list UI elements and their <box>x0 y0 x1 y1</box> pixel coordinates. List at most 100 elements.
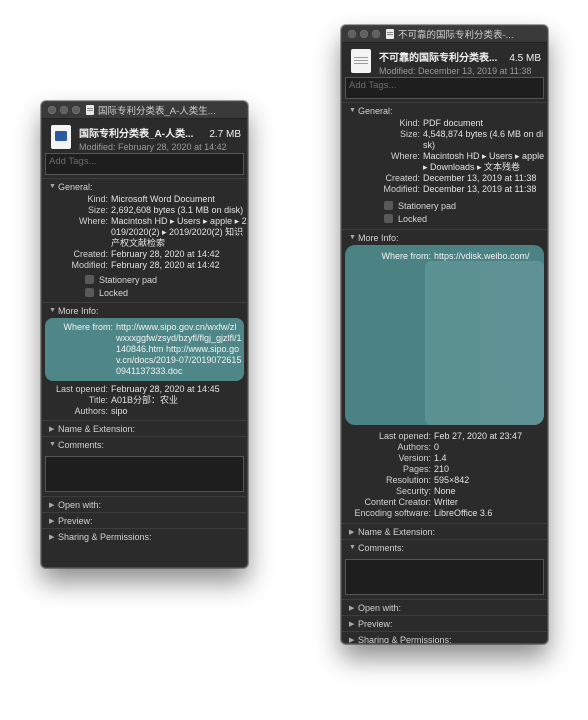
preview-toggle[interactable]: ▶ Preview: <box>42 513 247 528</box>
more-value: None <box>434 486 456 496</box>
general-key: Modified: <box>383 184 420 194</box>
checkbox-icon <box>384 214 393 223</box>
more-value: 210 <box>434 464 450 474</box>
preview-toggle[interactable]: ▶ Preview: <box>342 616 547 631</box>
general-key: Kind: <box>399 118 420 128</box>
comments-field[interactable] <box>345 559 544 595</box>
minimize-button[interactable] <box>360 30 368 38</box>
more-value: 595×842 <box>434 475 470 485</box>
more-key: Encoding software: <box>354 508 431 518</box>
where-from-key: Where from: <box>381 251 431 261</box>
more-key: Security: <box>395 486 431 496</box>
general-toggle[interactable]: ▼ General: <box>342 103 547 118</box>
more-row: Security: None <box>342 486 547 497</box>
locked-checkbox[interactable]: Locked <box>85 286 247 299</box>
locked-checkbox[interactable]: Locked <box>384 212 547 225</box>
more-key: Version: <box>398 453 431 463</box>
disclosure-closed-icon: ▶ <box>49 517 55 525</box>
comments-section: ▼ Comments: <box>342 539 547 595</box>
comments-section: ▼ Comments: <box>42 436 247 492</box>
general-value: PDF document <box>423 118 484 128</box>
stationery-pad-checkbox[interactable]: Stationery pad <box>85 273 247 286</box>
comments-toggle[interactable]: ▼ Comments: <box>42 437 247 452</box>
where-from-value[interactable]: http://www.sipo.gov.cn/wxfw/zlwxxxggfw/z… <box>116 322 242 377</box>
close-button[interactable] <box>348 30 356 38</box>
info-window-pdf: 不可靠的国际专利分类表-... 不可靠的国际专利分类表... 4.5 MB Mo… <box>341 25 548 644</box>
where-from-value[interactable]: https://vdisk.weibo.com/ <box>434 251 530 262</box>
close-button[interactable] <box>48 106 56 114</box>
preview-section: ▶ Preview: <box>342 615 547 631</box>
tags-input[interactable]: Add Tags... <box>345 77 544 99</box>
general-key: Size: <box>399 129 420 139</box>
checkbox-icon <box>384 201 393 210</box>
disclosure-closed-icon: ▶ <box>49 533 55 541</box>
more-row: Last opened: February 28, 2020 at 14:45 <box>42 384 247 395</box>
general-row: Where: Macintosh HD ▸ Users ▸ apple ▸ Dow… <box>342 151 547 173</box>
stationery-pad-checkbox[interactable]: Stationery pad <box>384 199 547 212</box>
open-with-toggle[interactable]: ▶ Open with: <box>342 600 547 615</box>
more-row: Authors: 0 <box>342 442 547 453</box>
name-extension-toggle[interactable]: ▶ Name & Extension: <box>342 524 547 539</box>
more-key: Resolution: <box>385 475 431 485</box>
general-toggle[interactable]: ▼ General: <box>42 179 247 194</box>
general-key: Created: <box>73 249 108 259</box>
minimize-button[interactable] <box>60 106 68 114</box>
more-value: 0 <box>434 442 440 452</box>
where-from-key: Where from: <box>63 322 113 332</box>
disclosure-closed-icon: ▶ <box>349 528 355 536</box>
more-info-toggle[interactable]: ▼ More Info: <box>342 230 547 245</box>
general-key: Where: <box>78 216 108 226</box>
general-value: Macintosh HD ▸ Users ▸ apple ▸ Downloads… <box>423 151 545 172</box>
general-row: Size: 4,548,874 bytes (4.6 MB on disk) <box>342 129 547 151</box>
more-value: A01B分部：农业 <box>111 395 179 405</box>
checkbox-icon <box>85 288 94 297</box>
checkbox-icon <box>85 275 94 284</box>
more-row: Version: 1.4 <box>342 453 547 464</box>
more-row: Authors: sipo <box>42 406 247 417</box>
name-extension-toggle[interactable]: ▶ Name & Extension: <box>42 421 247 436</box>
general-row: Created: February 28, 2020 at 14:42 <box>42 249 247 260</box>
more-info-list: Last opened: February 28, 2020 at 14:45 Ti… <box>42 384 247 417</box>
more-value: Feb 27, 2020 at 23:47 <box>434 431 523 441</box>
more-row: Title: A01B分部：农业 <box>42 395 247 406</box>
general-row: Kind: PDF document <box>342 118 547 129</box>
document-icon <box>386 29 394 39</box>
disclosure-open-icon: ▼ <box>49 441 56 448</box>
file-size: 2.7 MB <box>209 129 241 140</box>
general-row: Modified: February 28, 2020 at 14:42 <box>42 260 247 271</box>
file-header: 不可靠的国际专利分类表... 4.5 MB Modified: December… <box>342 43 547 76</box>
general-key: Modified: <box>71 260 108 270</box>
more-row: Last opened: Feb 27, 2020 at 23:47 <box>342 431 547 442</box>
open-with-toggle[interactable]: ▶ Open with: <box>42 497 247 512</box>
more-info-toggle[interactable]: ▼ More Info: <box>42 303 247 318</box>
general-row: Where: Macintosh HD ▸ Users ▸ apple ▸ 201… <box>42 216 247 249</box>
comments-toggle[interactable]: ▼ Comments: <box>342 540 547 555</box>
pdf-document-icon <box>351 49 371 73</box>
general-value: 4,548,874 bytes (4.6 MB on disk) <box>423 129 544 150</box>
more-row: Pages: 210 <box>342 464 547 475</box>
general-list: Kind: Microsoft Word Document Size: 2,692,6… <box>42 194 247 271</box>
document-icon <box>86 105 94 115</box>
titlebar[interactable]: 国际专利分类表_A-人类生... <box>42 102 247 119</box>
disclosure-closed-icon: ▶ <box>49 425 55 433</box>
more-row: Resolution: 595×842 <box>342 475 547 486</box>
disclosure-closed-icon: ▶ <box>349 620 355 628</box>
general-row: Modified: December 13, 2019 at 11:38 <box>342 184 547 195</box>
titlebar[interactable]: 不可靠的国际专利分类表-... <box>342 26 547 43</box>
tags-input[interactable]: Add Tags... <box>45 153 244 175</box>
window-title: 国际专利分类表_A-人类生... <box>98 106 216 117</box>
file-name: 国际专利分类表_A-人类... <box>79 129 194 140</box>
disclosure-closed-icon: ▶ <box>349 604 355 612</box>
where-from-highlight: Where from: http://www.sipo.gov.cn/wxfw/… <box>45 318 244 381</box>
more-key: Last opened: <box>378 431 431 441</box>
open-with-section: ▶ Open with: <box>342 599 547 615</box>
sharing-toggle[interactable]: ▶ Sharing & Permissions: <box>342 632 547 644</box>
general-key: Size: <box>87 205 108 215</box>
zoom-button[interactable] <box>72 106 80 114</box>
zoom-button[interactable] <box>372 30 380 38</box>
more-key: Pages: <box>402 464 431 474</box>
more-value: February 28, 2020 at 14:45 <box>111 384 220 394</box>
more-info-section: ▼ More Info: Where from: http://www.sipo… <box>42 302 247 420</box>
sharing-toggle[interactable]: ▶ Sharing & Permissions: <box>42 529 247 544</box>
comments-field[interactable] <box>45 456 244 492</box>
